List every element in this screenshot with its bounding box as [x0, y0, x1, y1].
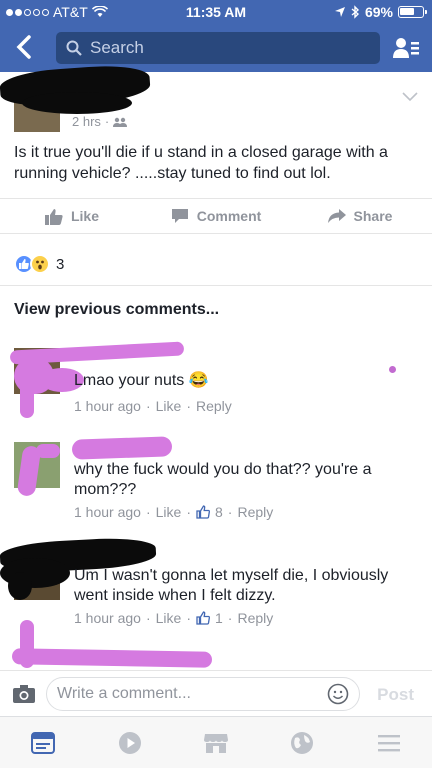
post-meta: 2 hrs ·: [72, 114, 128, 129]
news-feed-icon: [31, 731, 56, 754]
like-outline-icon: [196, 505, 210, 519]
comment-time: 1 hour ago: [74, 398, 141, 414]
comment-like-link[interactable]: Like: [156, 504, 182, 520]
search-box[interactable]: [56, 32, 380, 64]
tab-notifications[interactable]: [259, 717, 345, 768]
search-icon: [66, 40, 82, 56]
comment-like-link[interactable]: Like: [156, 398, 182, 414]
divider: [0, 233, 432, 234]
redaction-scribble: [8, 572, 32, 600]
status-bar: AT&T 11:35 AM 69%: [0, 0, 432, 24]
laughing-emoji-icon: 😂: [188, 372, 209, 389]
bluetooth-icon: [351, 5, 360, 19]
tab-menu[interactable]: [346, 717, 432, 768]
chevron-down-icon[interactable]: [402, 92, 418, 102]
comment-bubble-icon: [171, 209, 188, 223]
battery-icon: [398, 6, 427, 18]
tab-news-feed[interactable]: [0, 717, 86, 768]
like-button[interactable]: Like: [0, 199, 144, 233]
like-label: Like: [70, 208, 99, 224]
comment-time: 1 hour ago: [74, 610, 141, 626]
globe-icon: [291, 731, 314, 754]
redaction-scribble: [22, 92, 132, 114]
comment-composer: Post: [0, 670, 432, 716]
post-actions: Like Comment Share: [0, 199, 432, 233]
emoji-smiley-icon[interactable]: [327, 683, 349, 705]
nav-bar: [0, 24, 432, 72]
comment-like-count: 8: [214, 504, 223, 520]
reaction-count: 3: [56, 255, 65, 273]
redaction-scribble: [11, 648, 213, 668]
like-outline-icon: [196, 611, 210, 625]
location-arrow-icon: [334, 7, 345, 17]
comment-reply-link[interactable]: Reply: [237, 610, 273, 626]
redaction-scribble: [20, 620, 34, 668]
redaction-scribble: [36, 444, 60, 458]
comment-meta: 1 hour ago · Like · 8 · Reply: [74, 504, 274, 520]
unread-dot: [389, 366, 396, 373]
status-right-group: 69%: [334, 4, 427, 20]
search-input[interactable]: [90, 38, 350, 58]
view-previous-comments-link[interactable]: View previous comments...: [14, 301, 219, 319]
back-chevron-icon[interactable]: [10, 32, 40, 62]
comment-reply-link[interactable]: Reply: [237, 504, 273, 520]
tab-marketplace[interactable]: [173, 717, 259, 768]
reactions-summary[interactable]: 3: [14, 254, 64, 274]
post-time[interactable]: 2 hrs: [72, 114, 101, 129]
comment-text: Lmao your nuts 😂: [74, 372, 209, 389]
post-comment-button[interactable]: Post: [377, 685, 414, 705]
marketplace-store-icon: [204, 733, 229, 753]
share-arrow-icon: [327, 209, 346, 223]
comment-like-count: 1: [214, 610, 223, 626]
comment-input-wrapper[interactable]: [46, 677, 360, 711]
camera-icon[interactable]: [12, 684, 36, 704]
video-play-icon: [118, 731, 141, 754]
divider: [0, 285, 432, 286]
hamburger-menu-icon: [377, 734, 400, 751]
comment-like-link[interactable]: Like: [156, 610, 182, 626]
post: 2 hrs · Is it true you'll die if u stand…: [0, 62, 432, 182]
comment-button[interactable]: Comment: [144, 199, 288, 233]
comment-text: Um I wasn't gonna let myself die, I obvi…: [74, 567, 389, 604]
thumbs-up-icon: [44, 208, 63, 225]
comment-meta: 1 hour ago · Like · 1 · Reply: [74, 610, 274, 626]
share-label: Share: [353, 208, 393, 224]
share-button[interactable]: Share: [288, 199, 432, 233]
top-bar: AT&T 11:35 AM 69%: [0, 0, 432, 72]
redaction-scribble: [71, 436, 173, 460]
redaction-scribble: [20, 370, 34, 418]
friend-requests-icon[interactable]: [392, 34, 420, 62]
post-header: 2 hrs ·: [0, 62, 432, 136]
tab-bar: [0, 716, 432, 768]
post-body: Is it true you'll die if u stand in a cl…: [14, 144, 388, 182]
friends-audience-icon: [113, 117, 128, 127]
wow-reaction-icon: [30, 254, 50, 274]
comment-text: why the fuck would you do that?? you're …: [74, 461, 372, 498]
comment-input[interactable]: [57, 685, 307, 703]
comment-label: Comment: [196, 208, 262, 224]
comment-reply-link[interactable]: Reply: [196, 398, 232, 414]
tab-video[interactable]: [86, 717, 172, 768]
comment-time: 1 hour ago: [74, 504, 141, 520]
battery-percent: 69%: [364, 4, 393, 20]
comment-meta: 1 hour ago · Like · Reply: [74, 398, 232, 414]
